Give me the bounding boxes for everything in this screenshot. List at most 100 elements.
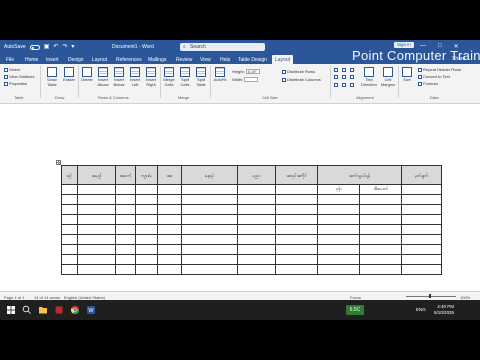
header-cell[interactable]: စဉ် [61,165,78,185]
insert-above-button[interactable]: Insert Above [96,67,110,87]
table-cell[interactable] [135,254,158,265]
table-cell[interactable] [135,234,158,245]
table-cell[interactable] [115,244,136,255]
table-cell[interactable] [359,234,402,245]
table-cell[interactable] [359,204,402,215]
select-button[interactable]: Select [4,67,20,72]
table-cell[interactable] [317,204,360,215]
header-cell[interactable]: အမည် [77,165,116,185]
table-cell[interactable] [77,234,116,245]
split-table-button[interactable]: Split Table [194,67,208,87]
merge-cells-button[interactable]: Merge Cells [162,67,176,87]
table-cell[interactable] [115,254,136,265]
table-cell[interactable] [115,194,136,205]
table-cell[interactable] [401,254,442,265]
table-cell[interactable] [275,264,318,275]
draw-table-button[interactable]: Draw Table [44,67,60,87]
table-cell[interactable] [181,234,238,245]
table-cell[interactable] [359,264,402,275]
table-cell[interactable] [275,234,318,245]
tab-home[interactable]: Home [25,57,38,63]
document-canvas[interactable]: ✥ စဉ် အမည် အသက် ကျား/မ အဖ နေရပ် ပညာ အလုပ… [0,104,480,291]
repeat-header-button[interactable]: Repeat Header Rows [418,67,461,72]
table-cell[interactable] [181,184,238,195]
zoom-slider[interactable] [406,296,456,297]
table-cell[interactable] [181,214,238,225]
tab-table-design[interactable]: Table Design [238,57,267,63]
table-cell[interactable] [77,224,116,235]
tab-view[interactable]: View [200,57,211,63]
table-cell[interactable] [401,214,442,225]
table-cell[interactable]: အီးမေးလ် [359,184,402,195]
sort-button[interactable]: Sort [400,67,414,83]
zoom-thumb[interactable] [429,294,431,298]
insert-below-button[interactable]: Insert Below [112,67,126,87]
table-cell[interactable] [115,234,136,245]
table-cell[interactable] [61,194,78,205]
table-cell[interactable] [61,214,78,225]
table-cell[interactable] [157,194,182,205]
distribute-rows-button[interactable]: Distribute Rows [282,69,315,74]
table-cell[interactable] [77,244,116,255]
table-cell[interactable] [135,224,158,235]
table-cell[interactable] [317,254,360,265]
eraser-button[interactable]: Eraser [62,67,76,83]
table-cell[interactable] [61,264,78,275]
table-cell[interactable] [157,204,182,215]
tab-design[interactable]: Design [68,57,84,63]
table-cell[interactable] [317,244,360,255]
search-input[interactable]: ⌕ Search [180,43,265,51]
focus-button[interactable]: Focus [350,295,361,300]
align-bottom-left-icon[interactable] [334,82,338,87]
table-cell[interactable] [115,264,136,275]
text-direction-button[interactable]: Text Direction [360,67,378,87]
input-language[interactable]: ENG [416,307,426,312]
header-cell[interactable]: မှတ်ချက် [401,165,442,185]
autofit-button[interactable]: AutoFit [212,67,228,83]
table-cell[interactable] [275,244,318,255]
table-cell[interactable] [77,184,116,195]
table-cell[interactable] [115,184,136,195]
weather-badge[interactable]: 6.5C [346,305,364,315]
header-cell[interactable]: အဖ [157,165,182,185]
view-gridlines-button[interactable]: View Gridlines [4,74,35,79]
table-cell[interactable] [61,244,78,255]
align-top-left-icon[interactable] [334,68,338,72]
table-cell[interactable] [237,224,276,235]
table-cell[interactable] [275,214,318,225]
table-cell[interactable] [115,224,136,235]
table-cell[interactable] [275,194,318,205]
table-cell[interactable] [401,184,442,195]
table-cell[interactable]: ဖုန်း [317,184,360,195]
align-middle-right-icon[interactable] [350,75,354,80]
table-cell[interactable] [401,224,442,235]
red-app-icon[interactable] [54,305,64,315]
zoom-level[interactable]: 100% [460,295,470,300]
table-cell[interactable] [401,244,442,255]
table-cell[interactable] [157,224,182,235]
table-cell[interactable] [359,194,402,205]
language-status[interactable]: English (United States) [64,295,105,300]
table-cell[interactable] [275,184,318,195]
table-cell[interactable] [401,234,442,245]
align-top-center-icon[interactable] [342,68,346,72]
cell-margins-button[interactable]: Cell Margins [380,67,396,87]
tab-mailings[interactable]: Mailings [148,57,166,63]
tab-help[interactable]: Help [220,57,230,63]
table-cell[interactable] [181,264,238,275]
table-cell[interactable] [135,204,158,215]
tab-references[interactable]: References [116,57,142,63]
table-cell[interactable] [157,234,182,245]
table-cell[interactable] [317,194,360,205]
table-cell[interactable] [135,244,158,255]
file-explorer-icon[interactable] [38,305,48,315]
undo-icon[interactable]: ↶ [53,44,58,50]
header-cell[interactable]: ဆက်သွယ်ရန် [317,165,402,185]
table-cell[interactable] [317,224,360,235]
table-cell[interactable] [181,204,238,215]
properties-button[interactable]: Properties [4,81,27,86]
table-cell[interactable] [317,214,360,225]
table-cell[interactable] [61,204,78,215]
table-cell[interactable] [181,194,238,205]
table-cell[interactable] [401,194,442,205]
